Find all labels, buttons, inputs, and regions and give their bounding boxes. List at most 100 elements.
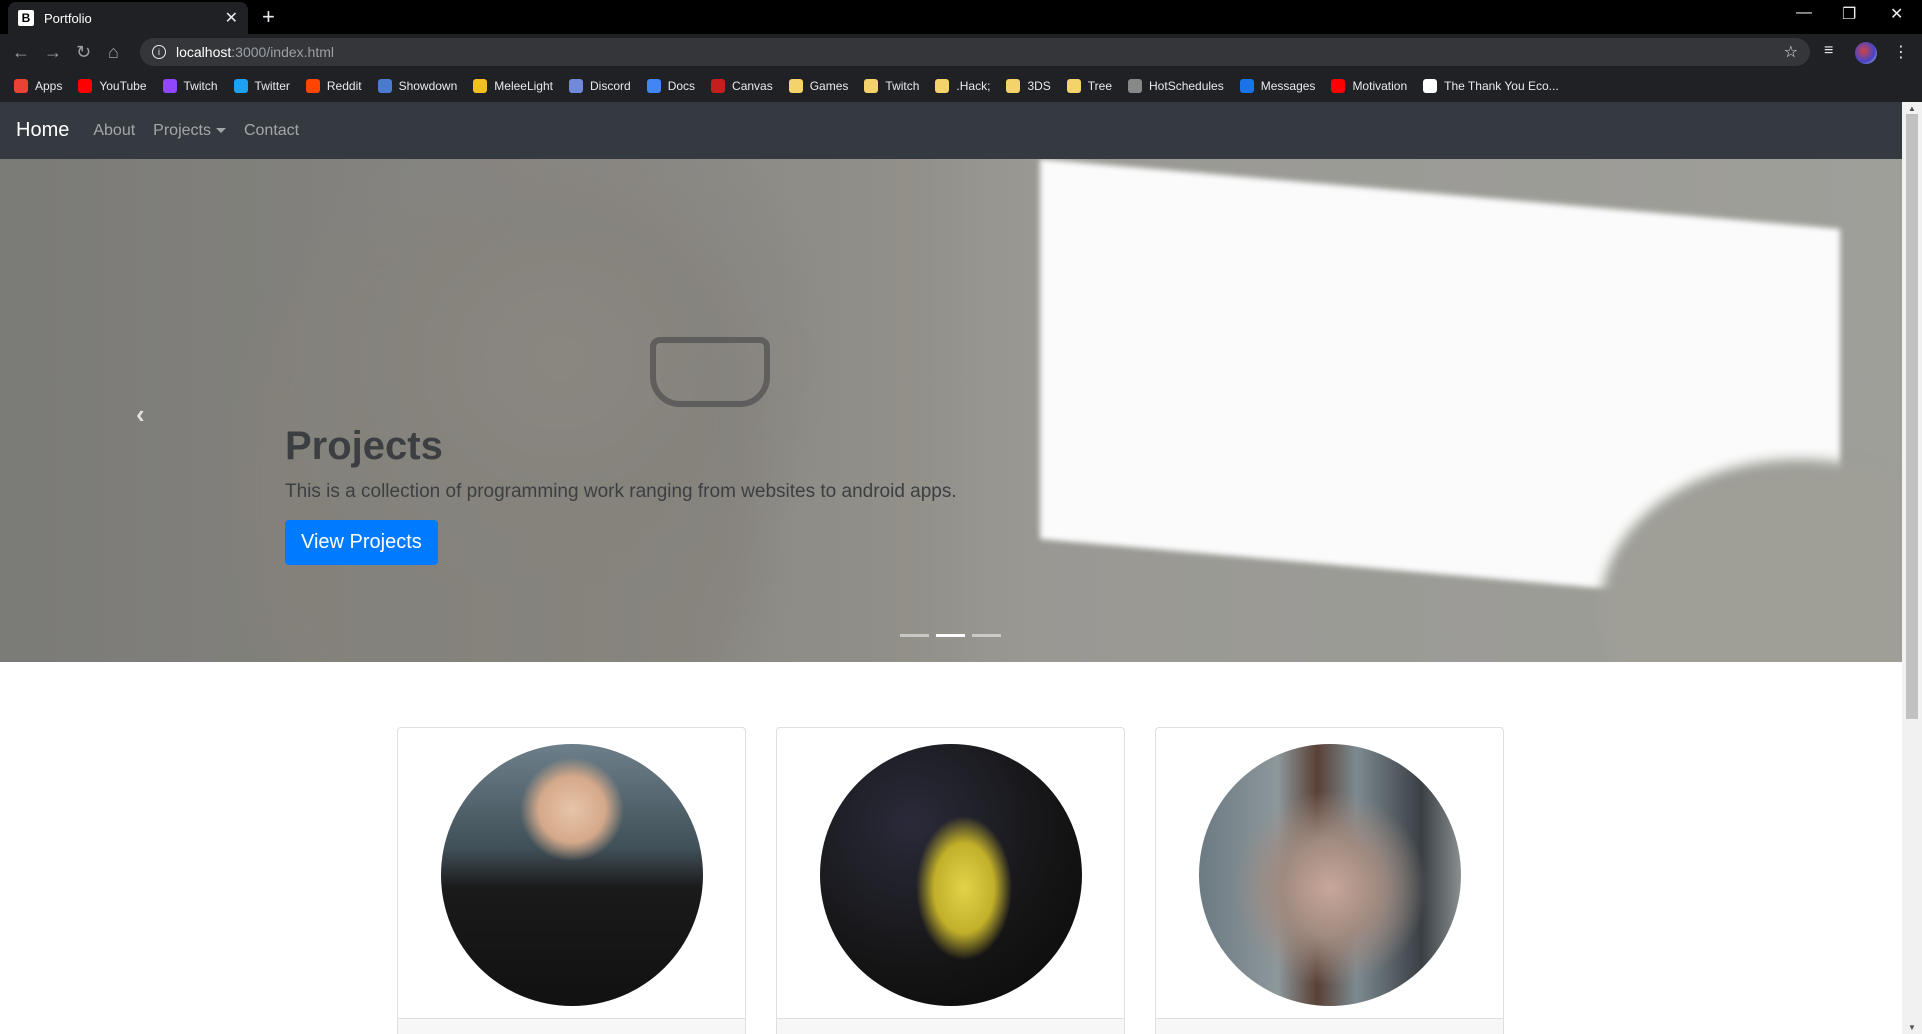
card-footer — [1156, 1018, 1503, 1034]
bookmark-icon — [233, 79, 248, 93]
carousel-prev-icon[interactable]: ‹ — [136, 399, 145, 430]
window-close-icon[interactable]: ✕ — [1890, 4, 1903, 24]
nav-home-link[interactable]: Home — [16, 119, 69, 142]
bookmark-icon — [1423, 79, 1438, 93]
bookmark-label: Twitter — [254, 79, 290, 93]
hero-title: Projects — [285, 424, 443, 468]
forward-icon[interactable]: → — [44, 42, 62, 63]
bookmark-label: 3DS — [1027, 79, 1051, 93]
bookmark-item[interactable]: The Thank You Eco... — [1423, 79, 1559, 93]
bookmark-icon — [1066, 79, 1081, 93]
bookmark-star-icon[interactable]: ☆ — [1784, 42, 1798, 62]
bookmark-item[interactable]: 3DS — [1006, 79, 1051, 93]
bookmark-label: HotSchedules — [1149, 79, 1224, 93]
carousel-indicator-1[interactable] — [900, 634, 929, 637]
bookmark-item[interactable]: MeleeLight — [473, 79, 553, 93]
bookmark-label: Messages — [1260, 79, 1316, 93]
bookmark-label: Docs — [667, 79, 696, 93]
page-scrollbar[interactable]: ▲ ▼ — [1902, 102, 1922, 1034]
bookmark-icon — [14, 79, 28, 93]
bookmark-icon — [305, 79, 320, 93]
bookmark-label: Canvas — [732, 79, 773, 93]
bookmark-item[interactable]: Docs — [646, 79, 696, 93]
nav-projects-label: Projects — [153, 121, 211, 139]
card — [1155, 727, 1504, 1034]
browser-tab[interactable]: B Portfolio ✕ — [8, 2, 248, 34]
carousel-indicator-3[interactable] — [972, 634, 1001, 637]
bookmark-icon — [569, 79, 583, 93]
scroll-down-icon[interactable]: ▼ — [1908, 1023, 1916, 1032]
home-icon[interactable]: ⌂ — [108, 42, 119, 63]
bookmark-icon — [377, 79, 392, 93]
minimize-icon[interactable]: — — [1796, 4, 1812, 22]
hero-overlay — [0, 159, 1902, 662]
browser-toolbar: ← → ↻ ⌂ i localhost:3000/index.html ☆ ≡ … — [0, 34, 1922, 70]
bookmark-item[interactable]: Apps — [14, 79, 62, 93]
card — [397, 727, 746, 1034]
nav-projects-dropdown[interactable]: Projects — [153, 122, 226, 140]
bookmark-item[interactable]: Twitch — [162, 79, 218, 93]
card-image-jumping — [820, 744, 1082, 1006]
bookmark-label: Reddit — [326, 79, 362, 93]
bookmark-item[interactable]: Twitter — [233, 79, 290, 93]
bookmark-icon — [864, 79, 879, 93]
hero-text: This is a collection of programming work… — [285, 481, 957, 502]
bookmark-icon — [711, 79, 726, 93]
bookmark-icon — [162, 79, 177, 93]
bookmark-item[interactable]: Showdown — [377, 79, 457, 93]
bookmark-item[interactable]: YouTube — [78, 79, 147, 93]
bookmark-item[interactable]: Reddit — [305, 79, 362, 93]
bookmark-item[interactable]: Games — [788, 79, 848, 93]
bookmark-label: Twitch — [885, 79, 920, 93]
restore-icon[interactable]: ❐ — [1842, 4, 1856, 24]
page-viewport: Home About Projects Contact ‹ Projects T… — [0, 102, 1902, 1034]
new-tab-icon[interactable]: + — [262, 4, 275, 30]
bookmark-item[interactable]: .Hack; — [935, 79, 990, 93]
carousel-indicator-2[interactable] — [936, 634, 965, 637]
bookmark-label: Apps — [35, 79, 63, 93]
site-favicon-icon: B — [18, 10, 34, 26]
carousel-indicators — [900, 634, 1001, 637]
reload-icon[interactable]: ↻ — [76, 42, 91, 63]
bookmark-item[interactable]: Discord — [569, 79, 631, 93]
bookmark-label: .Hack; — [956, 79, 991, 93]
site-navbar: Home About Projects Contact — [0, 102, 1902, 159]
view-projects-button[interactable]: View Projects — [285, 520, 438, 565]
bookmark-icon — [1128, 79, 1143, 93]
reading-list-icon[interactable]: ≡ — [1824, 42, 1833, 60]
bookmark-label: The Thank You Eco... — [1444, 79, 1559, 93]
bookmark-item[interactable]: HotSchedules — [1128, 79, 1224, 93]
bookmark-icon — [78, 79, 93, 93]
scrollbar-thumb[interactable] — [1906, 114, 1918, 719]
bookmark-item[interactable]: Messages — [1239, 79, 1316, 93]
card-image-portrait — [441, 744, 703, 1006]
profile-avatar-icon[interactable] — [1855, 42, 1877, 64]
site-info-icon[interactable]: i — [152, 45, 166, 59]
bookmark-item[interactable]: Motivation — [1331, 79, 1407, 93]
close-tab-icon[interactable]: ✕ — [225, 8, 238, 28]
tab-bar: B Portfolio ✕ + — ❐ ✕ — [0, 0, 1922, 34]
address-bar[interactable]: i localhost:3000/index.html ☆ — [140, 38, 1810, 66]
caret-down-icon — [215, 127, 226, 133]
bookmarks-bar: Apps YouTube Twitch Twitter Reddit Showdown Me… — [0, 70, 1922, 102]
bookmark-icon — [1331, 79, 1346, 93]
bookmark-label: MeleeLight — [494, 79, 553, 93]
card — [776, 727, 1125, 1034]
bookmark-label: Twitch — [183, 79, 218, 93]
tab-title: Portfolio — [44, 10, 92, 26]
scroll-up-icon[interactable]: ▲ — [1908, 104, 1916, 113]
back-icon[interactable]: ← — [12, 42, 30, 63]
bookmark-label: YouTube — [99, 79, 147, 93]
nav-contact-link[interactable]: Contact — [244, 122, 299, 140]
bookmark-icon — [1239, 79, 1254, 93]
bookmark-icon — [935, 79, 950, 93]
menu-icon[interactable]: ⋮ — [1893, 42, 1909, 62]
bookmark-icon — [646, 79, 661, 93]
bookmark-item[interactable]: Twitch — [864, 79, 919, 93]
bookmark-label: Discord — [590, 79, 631, 93]
bookmark-item[interactable]: Canvas — [711, 79, 773, 93]
bookmark-item[interactable]: Tree — [1066, 79, 1112, 93]
nav-about-link[interactable]: About — [93, 122, 135, 140]
hero-carousel: ‹ Projects This is a collection of progr… — [0, 159, 1902, 662]
bookmark-icon — [473, 79, 488, 93]
